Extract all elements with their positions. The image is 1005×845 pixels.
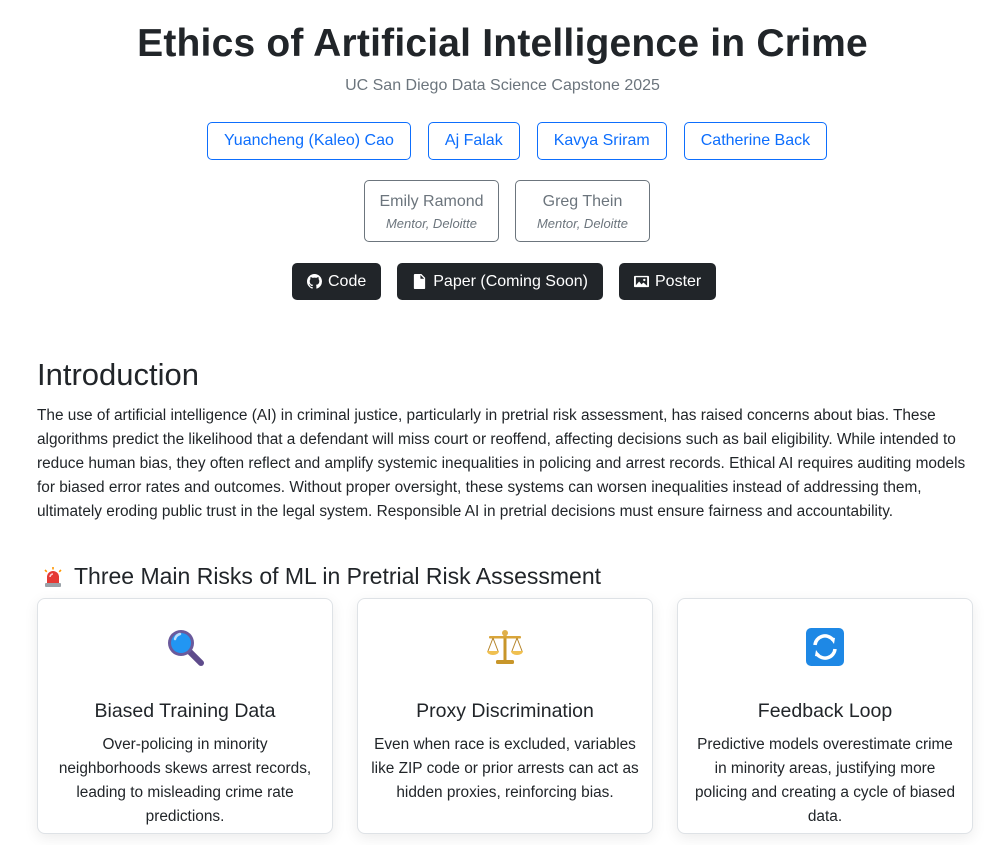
card-title: Biased Training Data (94, 700, 276, 722)
risk-card-proxy-discrimination: Proxy Discrimination Even when race is e… (357, 598, 653, 834)
page-subtitle: UC San Diego Data Science Capstone 2025 (345, 77, 660, 94)
page-title: Ethics of Artificial Intelligence in Cri… (137, 22, 868, 65)
mentor-name: Greg Thein (542, 192, 623, 210)
poster-button[interactable]: Poster (619, 263, 717, 300)
card-text: Predictive models overestimate crime in … (694, 736, 956, 825)
risk-cards: Biased Training Data Over-policing in mi… (37, 598, 973, 834)
card-title: Feedback Loop (757, 700, 893, 722)
risks-heading-text: Three Main Risks of ML in Pretrial Risk … (74, 563, 602, 589)
link-buttons: Code Paper (Coming Soon) Poster (292, 263, 717, 300)
author-button-cao[interactable]: Yuancheng (Kaleo) Cao (207, 122, 411, 160)
risk-card-biased-training-data: Biased Training Data Over-policing in mi… (37, 598, 333, 834)
mentor-card-thein[interactable]: Greg Thein Mentor, Deloitte (515, 180, 650, 242)
code-button[interactable]: Code (292, 263, 382, 300)
magnifying-glass-icon (168, 630, 204, 666)
mentor-list: Emily Ramond Mentor, Deloitte Greg Thein… (364, 180, 650, 242)
balance-scale-icon (487, 630, 523, 664)
github-icon (307, 274, 322, 289)
mentor-role: Mentor, Deloitte (536, 215, 629, 231)
card-title: Proxy Discrimination (416, 700, 594, 722)
risks-heading: Three Main Risks of ML in Pretrial Risk … (42, 563, 601, 590)
card-text: Even when race is excluded, variables li… (371, 736, 639, 801)
code-button-label: Code (328, 272, 367, 290)
siren-icon (44, 566, 62, 587)
author-button-sriram[interactable]: Kavya Sriram (536, 122, 667, 160)
card-text: Over-policing in minority neighborhoods … (58, 736, 312, 825)
author-list: Yuancheng (Kaleo) Cao Aj Falak Kavya Sri… (207, 122, 828, 160)
author-button-back[interactable]: Catherine Back (683, 122, 828, 160)
mentor-role: Mentor, Deloitte (385, 215, 478, 231)
paper-button[interactable]: Paper (Coming Soon) (397, 263, 603, 300)
mentor-card-ramond[interactable]: Emily Ramond Mentor, Deloitte (364, 180, 499, 242)
refresh-icon (806, 628, 844, 666)
mentor-name: Emily Ramond (379, 192, 484, 210)
poster-button-label: Poster (655, 272, 702, 290)
pdf-file-icon (414, 274, 426, 289)
author-button-falak[interactable]: Aj Falak (427, 122, 520, 160)
risk-card-feedback-loop: Feedback Loop Predictive models overesti… (677, 598, 973, 834)
paper-button-label: Paper (Coming Soon) (433, 272, 588, 290)
introduction-text: The use of artificial intelligence (AI) … (37, 407, 966, 520)
image-icon (634, 275, 649, 288)
introduction-heading: Introduction (37, 357, 199, 392)
